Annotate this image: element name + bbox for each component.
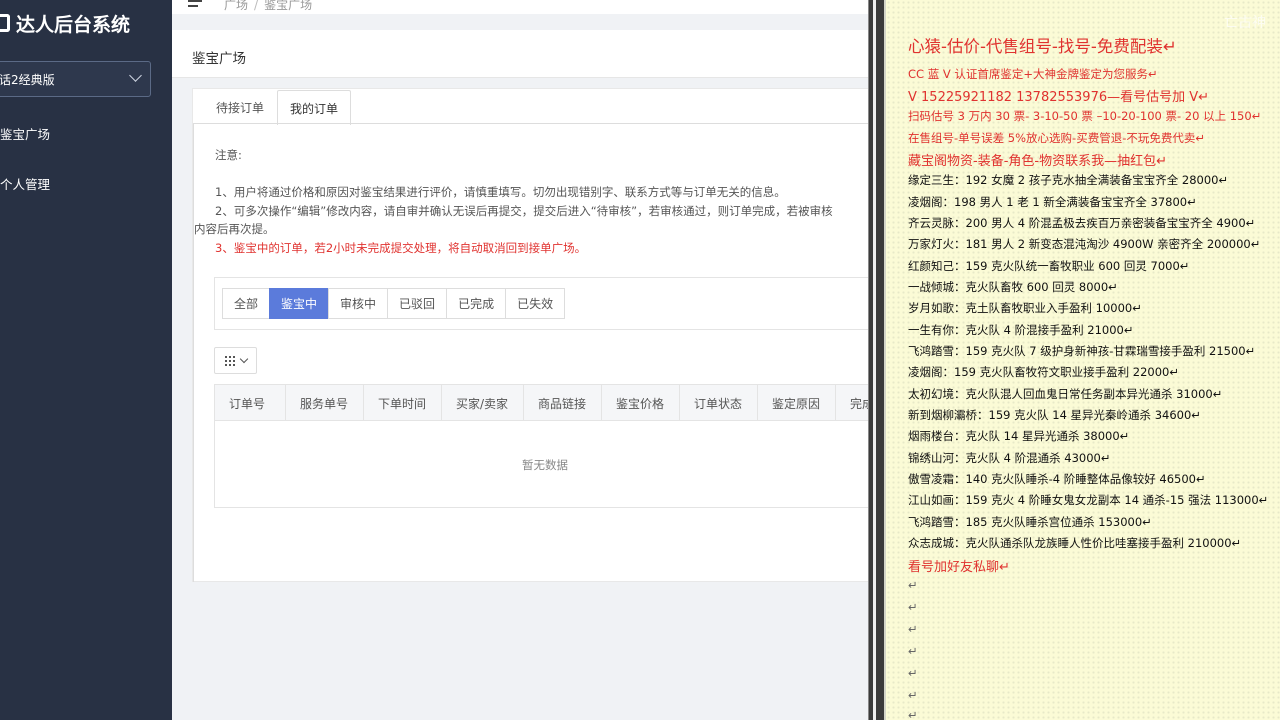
page-title: 鉴宝广场 xyxy=(192,51,246,67)
chevron-down-icon xyxy=(239,354,248,364)
table-header-cell[interactable]: 服务单号 xyxy=(286,385,364,421)
table-empty-text: 暂无数据 xyxy=(522,458,568,472)
note-line: ↵ xyxy=(908,600,918,614)
note-line: 扫码估号 3 万内 30 票- 3-10-50 票 –10-20-100 票- … xyxy=(908,109,1262,123)
filter-all-button[interactable]: 全部 xyxy=(222,288,271,319)
chevron-down-icon xyxy=(129,69,142,82)
note-line: ↵ xyxy=(908,708,918,720)
note-line: ↵ xyxy=(908,578,918,592)
note-line: 齐云灵脉：200 男人 4 阶混孟极去疾百万亲密装备宝宝齐全 4900↵ xyxy=(908,216,1256,230)
table-header: 订单号 服务单号 下单时间 买家/卖家 商品链接 鉴宝价格 订单状态 鉴定原因 … xyxy=(215,385,868,421)
table-header-cell[interactable]: 鉴宝价格 xyxy=(602,385,680,421)
note-line: 众志成城：克火队通杀队龙族睡人性价比哇塞接手盈利 210000↵ xyxy=(908,536,1242,550)
table-header-cell[interactable]: 订单号 xyxy=(215,385,286,421)
filter-label: 已驳回 xyxy=(399,297,436,311)
note-line: 飞鸿踏雪：159 克火队 7 级护身新神孩-甘霖瑞雪接手盈利 21500↵ xyxy=(908,344,1256,358)
tab-label: 我的订单 xyxy=(290,101,339,116)
table-header-cell[interactable]: 商品链接 xyxy=(524,385,602,421)
notice-line-warning: 3、鉴宝中的订单，若2小时未完成提交处理，将自动取消回到接单广场。 xyxy=(215,241,587,255)
column-toggle-button[interactable] xyxy=(214,347,257,374)
filter-reviewing-button[interactable]: 审核中 xyxy=(328,288,389,319)
filter-label: 鉴宝中 xyxy=(281,297,318,311)
note-line: 烟雨楼台：克火队 14 星异光通杀 38000↵ xyxy=(908,429,1130,443)
tab-label: 待接订单 xyxy=(216,101,265,115)
table-header-cell[interactable]: 订单状态 xyxy=(680,385,758,421)
breadcrumb-item[interactable]: 广场 xyxy=(224,0,248,12)
version-select-value: 话2经典版 xyxy=(0,72,55,87)
note-line: 凌烟阁：198 男人 1 老 1 新全满装备宝宝齐全 37800↵ xyxy=(908,195,1197,209)
sidebar-item-appraisal-plaza[interactable]: 鉴宝广场 xyxy=(0,124,50,143)
filter-label: 已完成 xyxy=(458,297,495,311)
app-title: 达人后台系统 xyxy=(16,13,131,36)
note-line: 新到烟柳灞桥：159 克火队 14 星异光秦岭通杀 34600↵ xyxy=(908,408,1201,422)
sidebar-item-label: 鉴宝广场 xyxy=(0,127,51,142)
breadcrumb-item: 鉴宝广场 xyxy=(264,0,313,12)
note-line: 心猿-估价-代售组号-找号-免费配装↵ xyxy=(908,37,1177,56)
main-panel: 广场 / 鉴宝广场 鉴宝广场 待接订单 我的订单 注意: 1、用户将通过价格和原因对… xyxy=(172,0,868,720)
version-select[interactable]: 话2经典版 xyxy=(0,61,151,97)
filter-appraising-button[interactable]: 鉴宝中 xyxy=(269,288,330,319)
note-line: 太初幻境：克火队混人回血鬼日常任务副本异光通杀 31000↵ xyxy=(908,387,1223,401)
sidebar-item-label: 个人管理 xyxy=(0,177,51,192)
notice-title: 注意: xyxy=(215,148,242,162)
note-line: 飞鸿踏雪：185 克火队睡杀宫位通杀 153000↵ xyxy=(908,515,1152,529)
tab-bar: 待接订单 我的订单 xyxy=(203,89,352,125)
notice-line: 2、可多次操作“编辑”修改内容，请自审并确认无误后再提交，提交后进入“待审核”，… xyxy=(215,204,833,218)
note-line: 锦绣山河：克火队 4 阶混通杀 43000↵ xyxy=(908,451,1111,465)
note-line: ↵ xyxy=(908,666,918,680)
menu-toggle-icon[interactable] xyxy=(188,0,202,10)
filter-label: 全部 xyxy=(234,297,259,311)
note-line: 在售组号-单号误差 5%放心选购-买费管退-不玩免费代卖↵ xyxy=(908,131,1205,145)
window-divider[interactable] xyxy=(868,0,884,720)
sidebar-item-personal[interactable]: 个人管理 xyxy=(0,174,50,193)
notice-line: 内容后再次提。 xyxy=(194,222,275,236)
table-header-cell[interactable]: 下单时间 xyxy=(364,385,442,421)
filter-label: 已失效 xyxy=(517,297,554,311)
page-header: 鉴宝广场 xyxy=(172,30,868,78)
filter-label: 审核中 xyxy=(340,297,377,311)
note-line: 一战倾城：克火队畜牧 600 回灵 8000↵ xyxy=(908,280,1118,294)
note-line: ↵ xyxy=(908,644,918,658)
filter-rejected-button[interactable]: 已驳回 xyxy=(387,288,448,319)
note-line: CC 蓝 V 认证首席鉴定+大神金牌鉴定为您服务↵ xyxy=(908,67,1158,81)
grid-icon xyxy=(224,355,235,366)
notes-panel: 亡古神 心猿-估价-代售组号-找号-免费配装↵ CC 蓝 V 认证首席鉴定+大神金… xyxy=(884,0,1280,720)
note-line: 看号加好友私聊↵ xyxy=(908,560,1010,575)
notice-line: 1、用户将通过价格和原因对鉴宝结果进行评价，请慎重填写。切勿出现错别字、联系方式… xyxy=(215,185,786,199)
note-line: 藏宝阁物资-装备-角色-物资联系我—抽红包↵ xyxy=(908,154,1167,169)
note-line: 江山如画：159 克火 4 阶睡女鬼女龙副本 14 通杀-15 强法 11300… xyxy=(908,493,1269,507)
filter-completed-button[interactable]: 已完成 xyxy=(446,288,507,319)
note-line: 红颜知己：159 克火队统一畜牧职业 600 回灵 7000↵ xyxy=(908,259,1190,273)
tab-my-orders[interactable]: 我的订单 xyxy=(277,90,352,125)
table-header-cell[interactable]: 买家/卖家 xyxy=(442,385,524,421)
breadcrumb-separator: / xyxy=(254,0,259,12)
app-brand: 达人后台系统 xyxy=(0,6,130,40)
filter-expired-button[interactable]: 已失效 xyxy=(505,288,566,319)
scrollbar-track xyxy=(873,0,876,720)
watermark: 亡古神 xyxy=(1224,15,1266,31)
note-line: 岁月如歌：克土队畜牧职业入手盈利 10000↵ xyxy=(908,301,1142,315)
logo-icon xyxy=(0,14,10,32)
note-line: ↵ xyxy=(908,622,918,636)
orders-table: 订单号 服务单号 下单时间 买家/卖家 商品链接 鉴宝价格 订单状态 鉴定原因 … xyxy=(214,384,868,508)
table-header-cell[interactable]: 完成 xyxy=(836,385,868,421)
note-line: V 15225921182 13782553976—看号估号加 V↵ xyxy=(908,90,1210,105)
note-line: 一生有你：克火队 4 阶混接手盈利 21000↵ xyxy=(908,323,1134,337)
note-line: ↵ xyxy=(908,688,918,702)
table-header-cell[interactable]: 鉴定原因 xyxy=(758,385,836,421)
tab-pending-orders[interactable]: 待接订单 xyxy=(203,90,277,124)
top-bar: 广场 / 鉴宝广场 xyxy=(172,0,868,14)
note-line: 傲雪凌霜：140 克火队睡杀-4 阶睡整体品像较好 46500↵ xyxy=(908,472,1206,486)
note-line: 万家灯火：181 男人 2 新变态混沌淘沙 4900W 亲密齐全 200000↵ xyxy=(908,237,1261,251)
status-filter-bar: 全部 鉴宝中 审核中 已驳回 已完成 已失效 xyxy=(214,277,868,330)
tab-content: 注意: 1、用户将通过价格和原因对鉴宝结果进行评价，请慎重填写。切勿出现错别字、… xyxy=(193,124,868,582)
sidebar: 达人后台系统 话2经典版 鉴宝广场 个人管理 xyxy=(0,0,172,720)
note-line: 缘定三生：192 女魔 2 孩子克水抽全满装备宝宝齐全 28000↵ xyxy=(908,173,1229,187)
note-line: 凌烟阁：159 克火队畜牧符文职业接手盈利 22000↵ xyxy=(908,365,1179,379)
breadcrumb: 广场 / 鉴宝广场 xyxy=(224,0,312,13)
